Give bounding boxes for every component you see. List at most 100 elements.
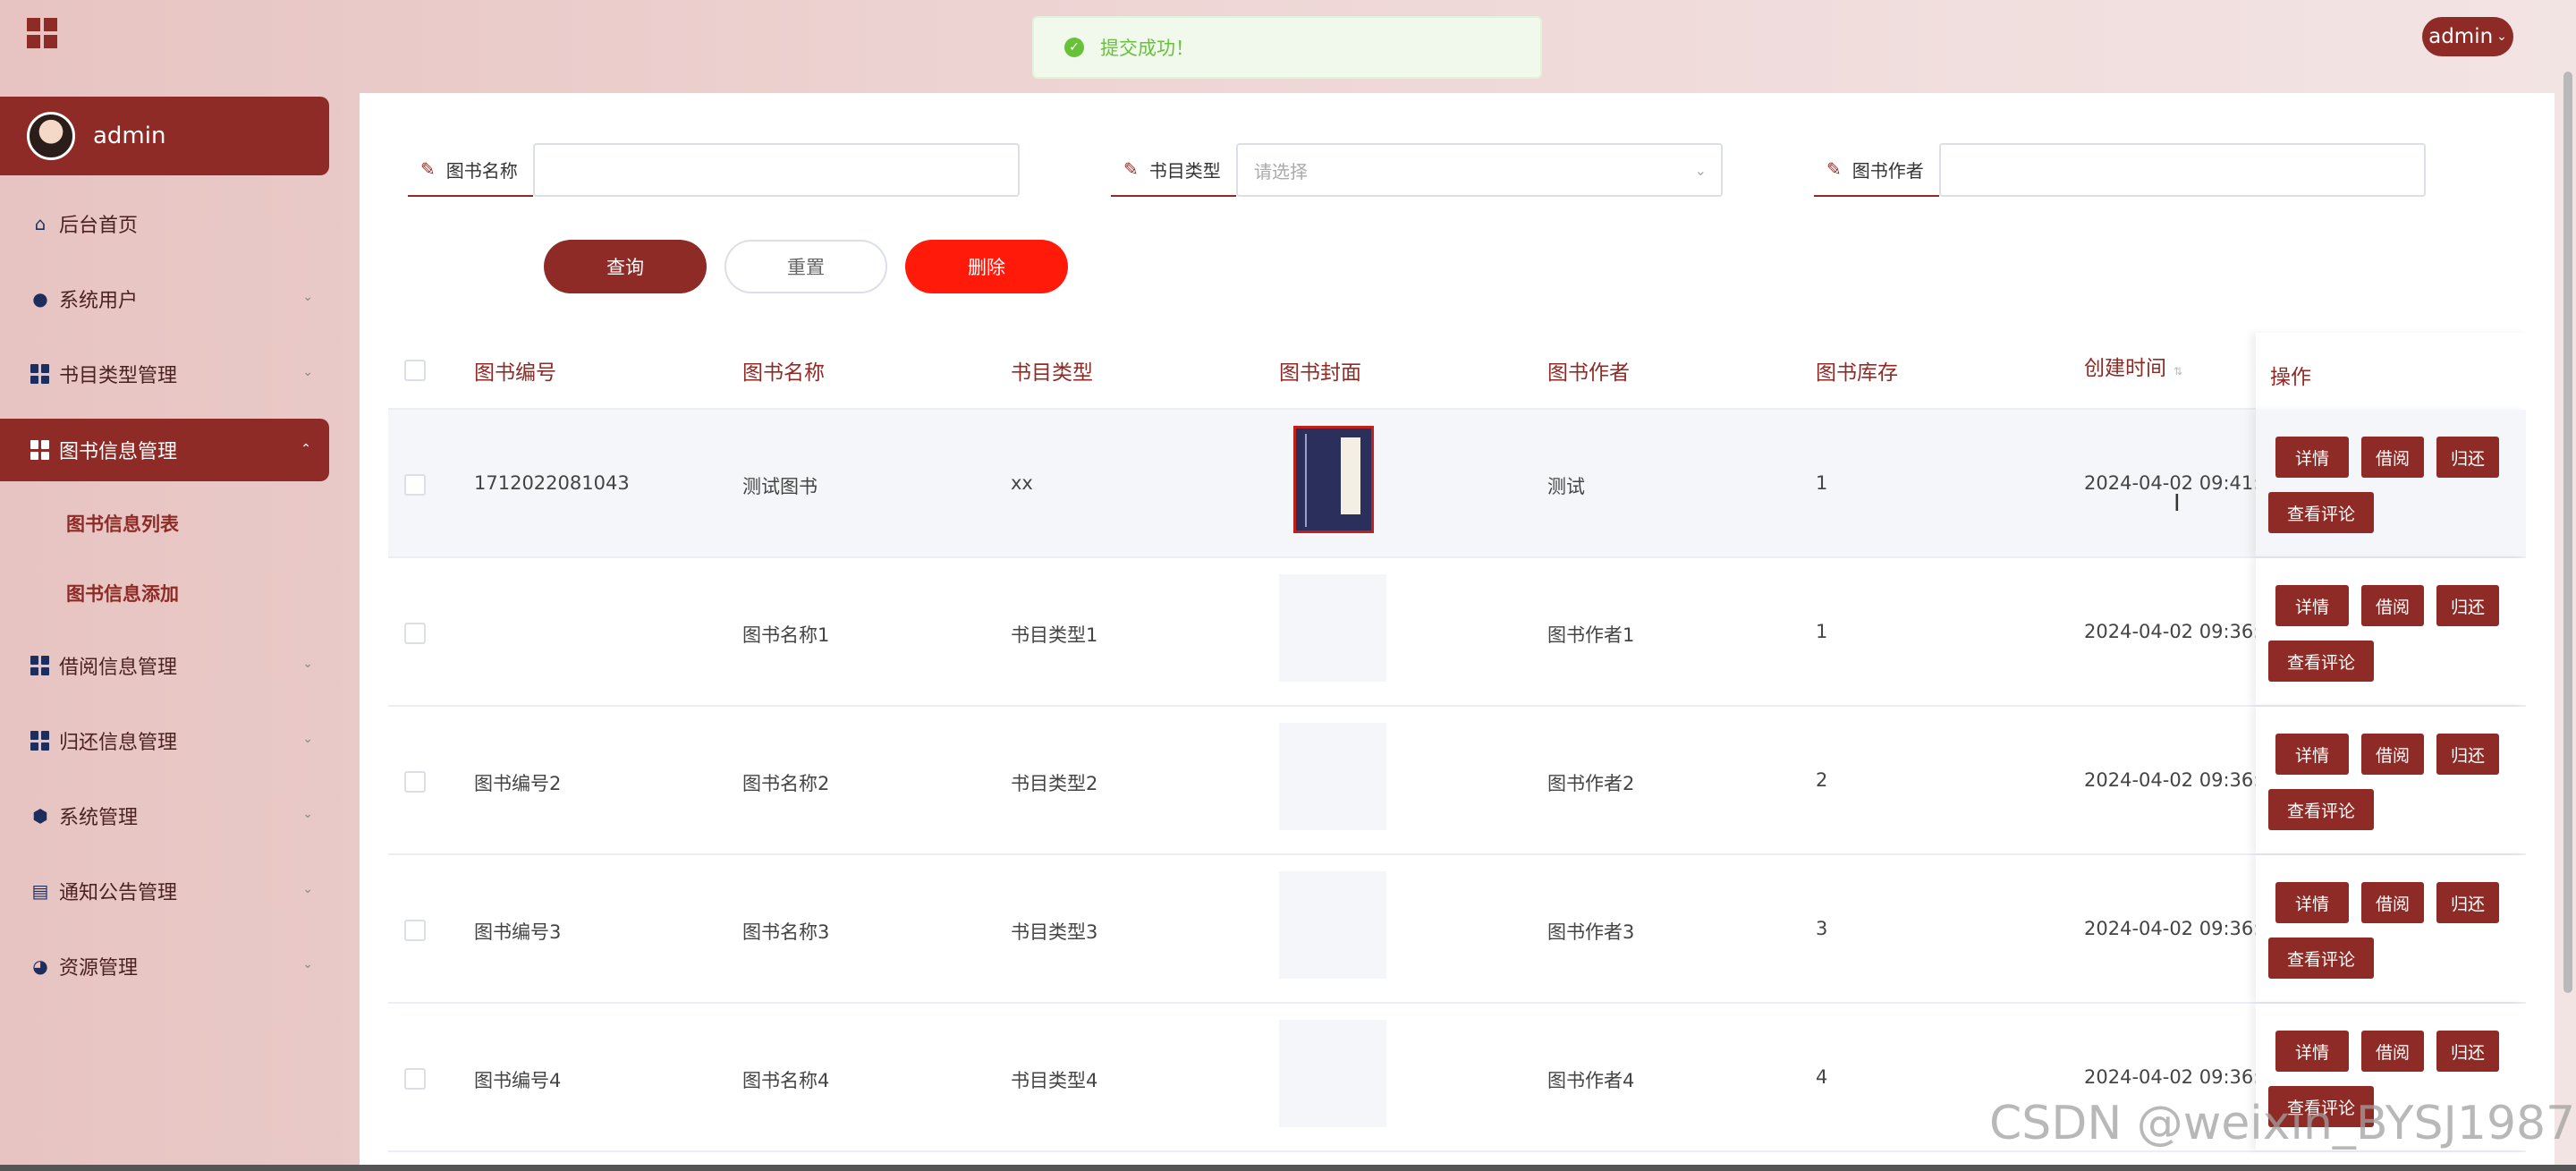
- return-button[interactable]: 归还: [2436, 1031, 2499, 1072]
- borrow-button[interactable]: 借阅: [2361, 585, 2424, 626]
- sidebar-item-system-users[interactable]: ● 系统用户 ⌄: [0, 261, 331, 336]
- book-author-input[interactable]: [1939, 143, 2426, 197]
- filter-book-type: ✎ 书目类型 请选择 ⌄: [1111, 143, 1723, 197]
- book-cover-placeholder: [1279, 1020, 1386, 1127]
- table-row: 图书编号2 图书名称2 书目类型2 图书作者2 2 2024-04-02 09:…: [388, 707, 2526, 855]
- row-checkbox[interactable]: [404, 1068, 426, 1090]
- app-logo-icon[interactable]: [27, 18, 57, 48]
- filter-label: ✎ 书目类型: [1111, 143, 1236, 197]
- delete-button[interactable]: 删除: [905, 240, 1068, 293]
- select-all-checkbox[interactable]: [404, 360, 426, 381]
- row-checkbox[interactable]: [404, 920, 426, 941]
- return-button[interactable]: 归还: [2436, 734, 2499, 775]
- cell-created: 2024-04-02 09:36:5: [2084, 769, 2272, 791]
- cell-code: 图书编号3: [474, 921, 562, 943]
- row-checkbox[interactable]: [404, 623, 426, 644]
- view-reviews-button[interactable]: 查看评论: [2268, 789, 2374, 830]
- pen-icon: ✎: [1826, 158, 1842, 180]
- chevron-down-icon: ⌄: [302, 365, 313, 379]
- detail-button[interactable]: 详情: [2275, 734, 2349, 775]
- borrow-button[interactable]: 借阅: [2361, 437, 2424, 478]
- cell-stock: 2: [1816, 769, 1828, 791]
- bottom-edge: [0, 1165, 2576, 1171]
- chevron-down-icon: ⌄: [302, 957, 313, 972]
- cell-name: 测试图书: [742, 476, 818, 497]
- home-icon: ⌂: [34, 213, 47, 234]
- sidebar-subitem-book-add[interactable]: 图书信息添加: [0, 558, 331, 628]
- cell-author: 图书作者2: [1547, 773, 1635, 794]
- cell-type: xx: [1011, 472, 1033, 494]
- detail-button[interactable]: 详情: [2275, 585, 2349, 626]
- sidebar-item-label: 书目类型管理: [59, 365, 178, 387]
- pen-icon: ✎: [420, 158, 436, 180]
- profile-card[interactable]: admin: [0, 97, 329, 175]
- borrow-button[interactable]: 借阅: [2361, 1031, 2424, 1072]
- column-header-sortable[interactable]: 创建时间 ⇅: [2084, 351, 2182, 381]
- page-scrollbar[interactable]: [2563, 72, 2572, 993]
- cell-author: 测试: [1547, 476, 1585, 497]
- sidebar-item-book-info[interactable]: 图书信息管理 ⌃: [0, 419, 329, 481]
- borrow-button[interactable]: 借阅: [2361, 882, 2424, 923]
- return-button[interactable]: 归还: [2436, 437, 2499, 478]
- detail-button[interactable]: 详情: [2275, 1031, 2349, 1072]
- detail-button[interactable]: 详情: [2275, 882, 2349, 923]
- cell-name: 图书名称2: [742, 773, 830, 794]
- reset-button[interactable]: 重置: [724, 240, 887, 293]
- book-table: 图书编号 图书名称 书目类型 图书封面 图书作者 图书库存 创建时间 ⇅ 操作 1…: [388, 333, 2526, 1152]
- sidebar-subitem-book-list[interactable]: 图书信息列表: [0, 488, 331, 558]
- view-reviews-button[interactable]: 查看评论: [2268, 641, 2374, 682]
- sidebar-item-label: 借阅信息管理: [59, 657, 178, 679]
- cell-type: 书目类型2: [1011, 773, 1098, 794]
- sidebar: admin ⌂ 后台首页 ● 系统用户 ⌄ 书目类型管理 ⌄ 图书信息管理 ⌃ …: [0, 97, 331, 1004]
- sidebar-item-book-types[interactable]: 书目类型管理 ⌄: [0, 336, 331, 412]
- cell-code: 图书编号2: [474, 773, 562, 794]
- sidebar-item-label: 系统用户: [59, 290, 139, 312]
- view-reviews-button[interactable]: 查看评论: [2268, 492, 2374, 533]
- user-menu-button[interactable]: admin ⌄: [2422, 17, 2513, 56]
- return-button[interactable]: 归还: [2436, 585, 2499, 626]
- grid-icon: [30, 731, 50, 751]
- row-actions: 详情 借阅 归还 查看评论: [2256, 558, 2526, 705]
- pie-chart-icon: ◕: [32, 955, 48, 977]
- view-reviews-button[interactable]: 查看评论: [2268, 938, 2374, 979]
- cell-name: 图书名称3: [742, 921, 830, 943]
- query-button[interactable]: 查询: [544, 240, 707, 293]
- user-menu-label: admin: [2428, 25, 2494, 48]
- check-circle-icon: ✓: [1064, 38, 1084, 57]
- gear-icon: ⬢: [32, 805, 48, 827]
- book-cover-image[interactable]: [1293, 426, 1374, 533]
- sort-icon[interactable]: ⇅: [2174, 365, 2182, 378]
- book-name-input[interactable]: [533, 143, 1020, 197]
- sidebar-item-resources[interactable]: ◕ 资源管理 ⌄: [0, 929, 331, 1004]
- row-checkbox[interactable]: [404, 771, 426, 793]
- profile-name: admin: [93, 123, 166, 149]
- book-cover-placeholder: [1279, 871, 1386, 979]
- sidebar-item-return-info[interactable]: 归还信息管理 ⌄: [0, 703, 331, 778]
- column-header: 图书库存: [1816, 361, 1898, 385]
- sidebar-item-borrow-info[interactable]: 借阅信息管理 ⌄: [0, 628, 331, 703]
- sidebar-item-notices[interactable]: ▤ 通知公告管理 ⌄: [0, 853, 331, 929]
- book-type-select[interactable]: 请选择 ⌄: [1236, 143, 1723, 197]
- chevron-down-icon: ⌄: [302, 657, 313, 671]
- sidebar-item-label: 通知公告管理: [59, 882, 178, 904]
- select-placeholder: 请选择: [1254, 160, 1308, 182]
- return-button[interactable]: 归还: [2436, 882, 2499, 923]
- table-row: 1712022081043 测试图书 xx 测试 1 2024-04-02 09…: [388, 410, 2526, 558]
- borrow-button[interactable]: 借阅: [2361, 734, 2424, 775]
- cell-type: 书目类型3: [1011, 921, 1098, 943]
- sidebar-item-label: 系统管理: [59, 807, 139, 829]
- column-header: 书目类型: [1011, 361, 1093, 385]
- cell-stock: 3: [1816, 918, 1828, 939]
- column-header-label: 创建时间: [2084, 357, 2166, 380]
- book-cover-placeholder: [1279, 723, 1386, 830]
- sidebar-item-label: 归还信息管理: [59, 732, 178, 754]
- row-checkbox[interactable]: [404, 474, 426, 496]
- row-actions: 详情 借阅 归还 查看评论: [2256, 707, 2526, 853]
- column-header: 图书封面: [1279, 361, 1361, 385]
- text-cursor-icon: I: [2174, 490, 2181, 517]
- cell-author: 图书作者3: [1547, 921, 1635, 943]
- sidebar-item-home[interactable]: ⌂ 后台首页: [0, 186, 331, 261]
- detail-button[interactable]: 详情: [2275, 437, 2349, 478]
- sidebar-item-system-manage[interactable]: ⬢ 系统管理 ⌄: [0, 778, 331, 853]
- chevron-down-icon: ⌄: [302, 732, 313, 746]
